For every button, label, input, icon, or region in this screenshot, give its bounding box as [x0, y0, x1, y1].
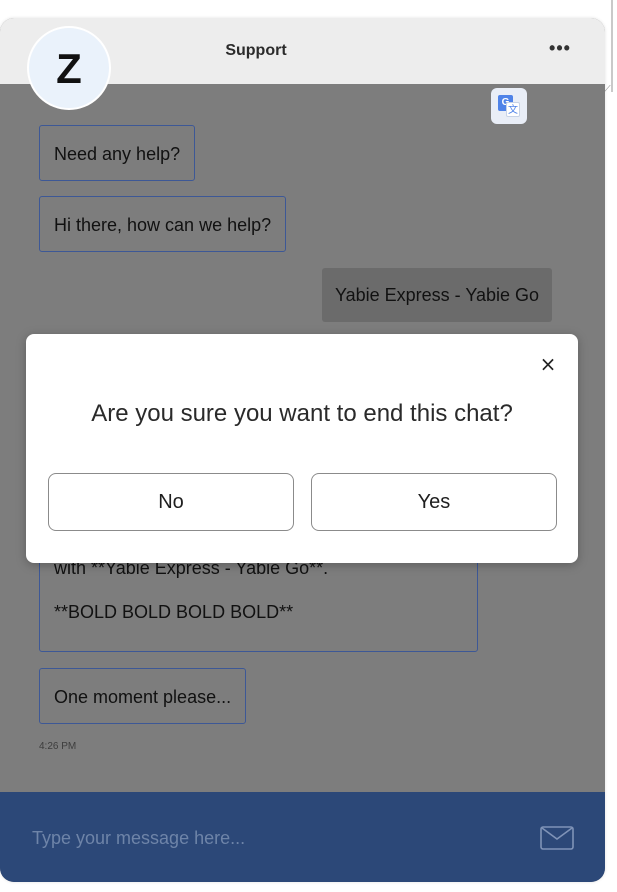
user-message: Yabie Express - Yabie Go — [322, 268, 552, 322]
agent-message-line: **BOLD BOLD BOLD BOLD** — [54, 602, 294, 622]
translate-icon-secondary: 文 — [506, 102, 520, 117]
window-edge — [611, 0, 613, 92]
close-icon[interactable]: × — [534, 350, 562, 378]
agent-message: One moment please... — [39, 668, 247, 724]
message-input[interactable] — [30, 818, 510, 858]
agent-message: Need any help? — [39, 125, 196, 181]
end-chat-dialog: × Are you sure you want to end this chat… — [26, 334, 578, 563]
envelope-icon[interactable] — [540, 826, 576, 850]
more-options-button[interactable]: ••• — [538, 36, 582, 64]
translate-button[interactable]: G 文 — [491, 88, 527, 124]
message-composer — [0, 792, 605, 882]
avatar: Z — [27, 26, 111, 110]
agent-message: Hi there, how can we help? — [39, 196, 287, 252]
dialog-title: Are you sure you want to end this chat? — [91, 400, 513, 427]
yes-button[interactable]: Yes — [311, 473, 557, 531]
message-timestamp: 4:26 PM — [39, 741, 77, 752]
no-button[interactable]: No — [48, 473, 294, 531]
